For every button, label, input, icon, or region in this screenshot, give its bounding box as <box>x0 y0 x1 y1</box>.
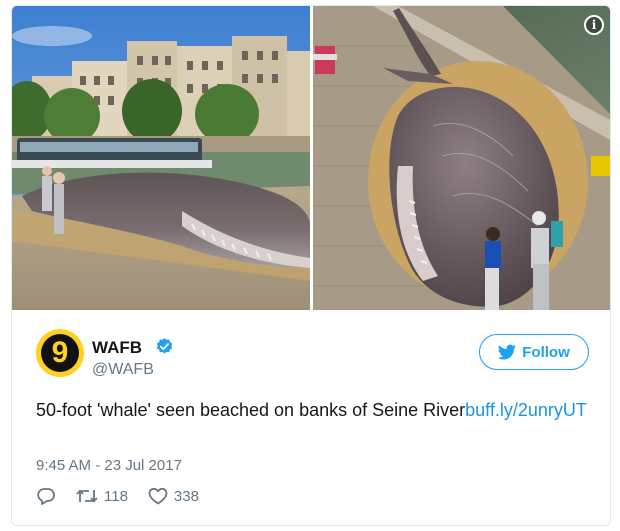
like-count: 338 <box>173 487 199 505</box>
retweet-count: 118 <box>104 487 128 505</box>
tweet-text: 50-foot 'whale' seen beached on banks of… <box>36 398 596 422</box>
twitter-bird-icon <box>498 344 516 360</box>
follow-label: Follow <box>522 343 570 361</box>
tweet-actions: 118 338 <box>36 485 219 507</box>
author-handle[interactable]: @WAFB <box>92 361 154 379</box>
tweet-media[interactable]: i <box>12 6 610 310</box>
tweet-card: i 9 WAFB @WAFB Follow 50-foot 'whale' se… <box>11 5 611 526</box>
verified-badge-icon <box>156 338 173 354</box>
follow-button[interactable]: Follow <box>479 334 589 370</box>
tweet-timestamp[interactable]: 9:45 AM - 23 Jul 2017 <box>36 457 182 474</box>
heart-icon <box>148 487 168 505</box>
reply-button[interactable] <box>36 487 56 505</box>
reply-icon <box>37 488 55 505</box>
avatar-glyph: 9 <box>51 336 69 369</box>
whale-photo-left[interactable] <box>12 6 310 310</box>
info-icon: i <box>591 18 597 32</box>
author-display-name[interactable]: WAFB <box>92 338 142 358</box>
whale-photo-right[interactable] <box>313 6 610 310</box>
retweet-icon <box>76 489 98 503</box>
like-button[interactable]: 338 <box>148 487 199 505</box>
tweet-text-body: 50-foot 'whale' seen beached on banks of… <box>36 400 466 420</box>
tweet-author-row: 9 WAFB @WAFB Follow <box>12 310 610 390</box>
avatar[interactable]: 9 <box>36 329 84 377</box>
media-info-button[interactable]: i <box>584 15 604 35</box>
retweet-button[interactable]: 118 <box>76 487 128 505</box>
tweet-link[interactable]: buff.ly/2unryUT <box>465 400 587 420</box>
avatar-logo: 9 <box>41 334 79 372</box>
